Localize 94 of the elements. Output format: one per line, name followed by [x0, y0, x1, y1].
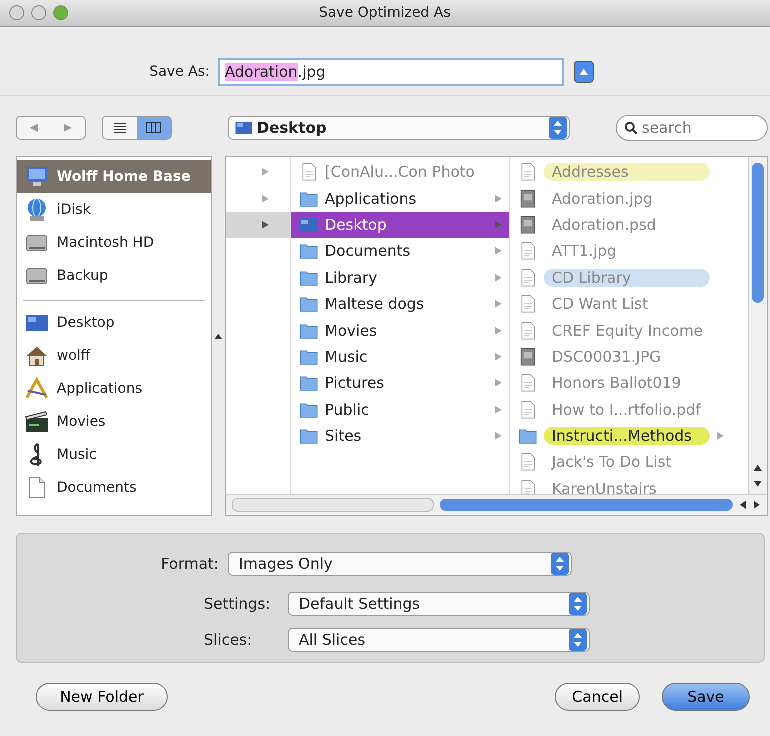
zoom-button-icon	[53, 5, 69, 21]
forward-arrow-icon	[63, 123, 73, 133]
disclosure-arrow-icon	[261, 220, 270, 230]
list-item[interactable]: Pictures	[291, 370, 509, 397]
list-item[interactable]: Library	[291, 264, 509, 291]
stepper-arrows-icon	[549, 117, 567, 139]
list-item: Adoration.psd	[510, 212, 748, 238]
disclosure-arrow-icon	[494, 246, 503, 256]
scroll-left-icon	[739, 500, 747, 510]
list-item[interactable]: Maltese dogs	[291, 290, 509, 318]
cancel-button[interactable]: Cancel	[555, 683, 640, 711]
image-file-icon	[518, 214, 538, 235]
back-forward-buttons[interactable]	[16, 116, 86, 140]
column-view-button[interactable]	[137, 117, 171, 139]
film-clapper-icon	[25, 410, 49, 434]
pencil-ruler-icon	[25, 376, 49, 400]
list-item: Addresses	[510, 159, 748, 186]
image-file-icon	[518, 188, 538, 209]
sidebar-item[interactable]: wolff	[17, 339, 211, 372]
settings-popup[interactable]: Default Settings	[288, 592, 590, 616]
horizontal-scrollbar[interactable]	[226, 494, 767, 515]
sidebar-item[interactable]: iDisk	[17, 193, 211, 226]
stepper-arrows-icon	[569, 593, 587, 615]
scroll-thumb[interactable]	[752, 163, 764, 303]
disclosure-arrow-icon	[494, 404, 503, 415]
window-title: Save Optimized As	[319, 5, 451, 21]
list-item: CD Want List	[510, 290, 748, 318]
sidebar-item[interactable]: Backup	[17, 259, 211, 292]
list-item: How to I...rtfolio.pdf	[510, 396, 748, 423]
list-item: CD Library	[510, 264, 748, 291]
scroll-thumb[interactable]	[440, 499, 733, 511]
list-item: Jack's To Do List	[510, 449, 748, 476]
filename-field[interactable]: Adoration.jpg	[218, 58, 564, 86]
image-file-icon	[518, 346, 538, 367]
settings-label: Settings:	[204, 595, 272, 613]
disclosure-arrow-icon	[494, 272, 503, 283]
minimize-button-icon	[31, 5, 47, 21]
search-field[interactable]: search	[616, 115, 768, 141]
list-icon	[113, 122, 127, 134]
list-item[interactable]: Documents	[291, 238, 509, 265]
stepper-arrows-icon	[569, 629, 587, 651]
triangle-icon	[579, 68, 589, 76]
new-folder-button[interactable]: New Folder	[36, 683, 168, 711]
list-item[interactable]: Sites	[291, 422, 509, 450]
format-label: Format:	[160, 555, 220, 573]
sidebar-item[interactable]: Wolff Home Base	[17, 160, 211, 193]
format-popup[interactable]: Images Only	[228, 552, 572, 576]
computer-icon	[25, 164, 49, 188]
expand-button[interactable]	[574, 61, 594, 83]
sidebar-item[interactable]: Movies	[17, 405, 211, 438]
slices-popup[interactable]: All Slices	[288, 628, 590, 652]
list-item: Honors Ballot019	[510, 370, 748, 397]
list-item[interactable]: Desktop	[291, 212, 509, 238]
list-item[interactable]: Applications	[291, 185, 509, 212]
disclosure-arrow-icon	[494, 378, 503, 388]
disclosure-arrow-icon	[494, 299, 503, 310]
search-icon	[625, 122, 638, 135]
list-item[interactable]: Music	[291, 344, 509, 370]
list-item[interactable]: Public	[291, 396, 509, 423]
disclosure-arrow-icon	[494, 431, 503, 442]
disclosure-arrow-icon	[494, 194, 503, 204]
sidebar-item[interactable]: Documents	[17, 471, 211, 504]
columns-icon	[146, 122, 162, 134]
disclosure-arrow-icon	[261, 167, 270, 178]
vertical-scrollbar[interactable]	[748, 157, 767, 494]
location-popup[interactable]: Desktop	[228, 116, 570, 140]
sidebar-item[interactable]: Music	[17, 438, 211, 471]
disclosure-arrow-icon	[494, 326, 503, 336]
sidebar-item[interactable]: Macintosh HD	[17, 226, 211, 259]
resize-caret-icon	[215, 334, 222, 338]
disclosure-arrow-icon	[494, 220, 503, 230]
disclosure-arrow-icon	[494, 352, 503, 362]
list-item[interactable]: Instructi...Methods	[510, 422, 748, 450]
globe-icon	[25, 198, 49, 222]
list-item: CREF Equity Income	[510, 317, 748, 344]
list-item: DSC00031.JPG	[510, 344, 748, 370]
disclosure-arrow-icon	[261, 194, 270, 204]
list-item[interactable]	[226, 212, 290, 238]
save-as-label: Save As:	[148, 64, 211, 80]
close-button-icon	[9, 5, 25, 21]
list-item[interactable]: Movies	[291, 317, 509, 344]
scroll-right-icon	[753, 500, 761, 510]
slices-label: Slices:	[204, 631, 254, 649]
list-item: ATT1.jpg	[510, 238, 748, 265]
desktop-icon	[235, 119, 253, 137]
save-button[interactable]: Save	[662, 683, 750, 711]
disclosure-arrow-icon	[716, 431, 725, 442]
sidebar-item[interactable]: Applications	[17, 372, 211, 405]
scroll-up-icon	[753, 464, 763, 472]
stepper-arrows-icon	[551, 553, 569, 575]
sidebar-item[interactable]: Desktop	[17, 306, 211, 339]
back-arrow-icon	[29, 123, 39, 133]
scroll-down-icon	[753, 480, 763, 488]
list-item: Adoration.jpg	[510, 185, 748, 212]
